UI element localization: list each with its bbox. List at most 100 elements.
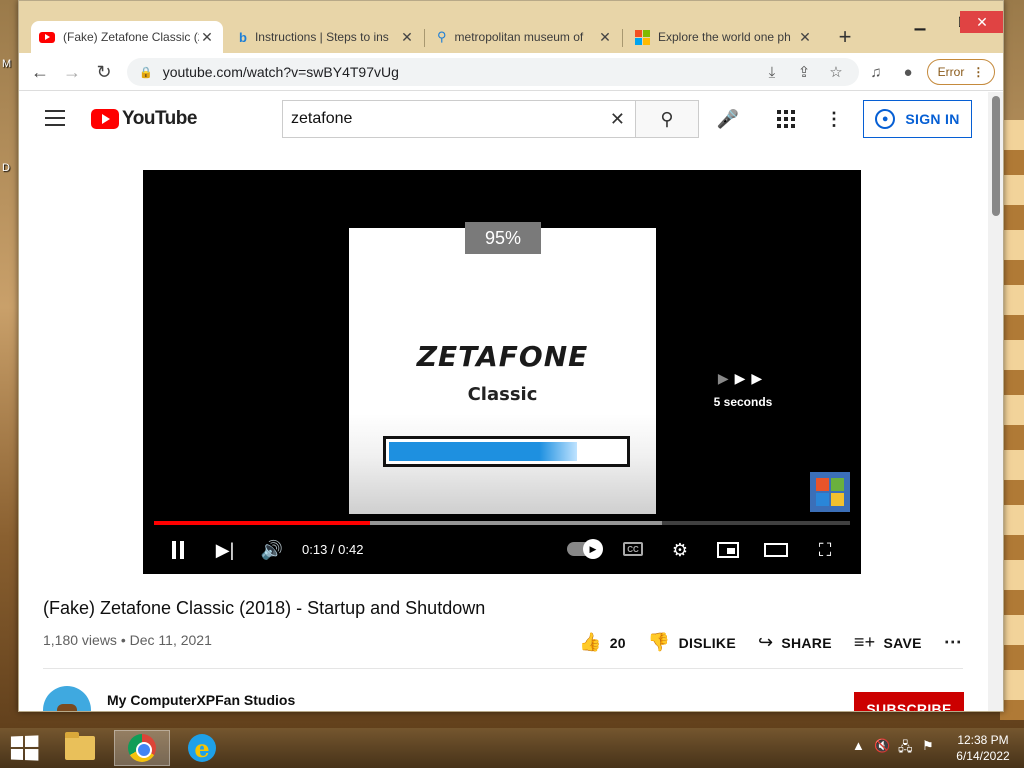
volume-muted-icon[interactable]: 🔇: [874, 738, 890, 754]
close-window-button[interactable]: ✕: [960, 11, 1003, 33]
search-button[interactable]: ⚲: [635, 100, 699, 138]
zetafone-boot-screen: 95% ZETAFONE Classic: [349, 222, 656, 514]
search-input[interactable]: zetafone ✕: [282, 100, 635, 138]
time-display: 0:13 / 0:42: [302, 542, 364, 557]
network-icon[interactable]: 🖧: [898, 738, 913, 760]
settings-more-icon[interactable]: ⋮: [825, 106, 843, 132]
chrome-icon: [128, 734, 156, 762]
new-tab-button[interactable]: +: [831, 23, 859, 51]
captions-icon[interactable]: CC: [623, 542, 643, 556]
skip-ad-indicator[interactable]: ▶▶▶ 5 seconds: [709, 370, 777, 409]
miniplayer-icon: [717, 542, 739, 558]
system-clock[interactable]: 12:38 PM 6/14/2022: [948, 732, 1018, 764]
close-icon[interactable]: ✕: [199, 29, 215, 46]
volume-button[interactable]: 🔊: [259, 536, 285, 564]
settings-gear-icon[interactable]: ⚙: [667, 536, 693, 564]
close-icon[interactable]: ✕: [797, 29, 813, 46]
desktop-icon-label: D: [2, 162, 10, 174]
error-label: Error: [937, 65, 965, 79]
tab-youtube[interactable]: (Fake) Zetafone Classic (2 ✕: [31, 21, 223, 53]
browser-toolbar: ← → ↻ 🔒 youtube.com/watch?v=swBY4T97vUg …: [19, 53, 1003, 91]
clear-search-icon[interactable]: ✕: [610, 109, 625, 130]
miniplayer-button[interactable]: [715, 536, 741, 564]
profile-icon[interactable]: ●: [897, 61, 919, 83]
theater-mode-button[interactable]: [763, 536, 789, 564]
channel-name[interactable]: My ComputerXPFan Studios: [107, 692, 295, 708]
like-count: 20: [609, 634, 626, 651]
more-actions-icon[interactable]: ⋯: [944, 632, 962, 653]
zetafone-logo-subtitle: Classic: [467, 384, 538, 405]
youtube-page: YouTube zetafone ✕ ⚲ 🎤 ⋮ ● SIGN IN 95% Z…: [19, 92, 987, 711]
time-current: 0:13: [302, 542, 328, 557]
tab-strip: (Fake) Zetafone Classic (2 ✕ b Instructi…: [19, 1, 1003, 53]
show-hidden-icons-icon[interactable]: ▲: [852, 738, 865, 753]
dislike-label: DISLIKE: [678, 634, 736, 651]
youtube-header: YouTube zetafone ✕ ⚲ 🎤 ⋮ ● SIGN IN: [19, 92, 987, 148]
boot-loading-fill: [389, 442, 577, 461]
autoplay-toggle[interactable]: ▶: [567, 539, 603, 559]
video-player[interactable]: 95% ZETAFONE Classic ▶▶▶ 5 seconds ▶| 🔊 …: [143, 170, 861, 574]
minimize-button[interactable]: ▁: [899, 11, 941, 33]
progress-percent-overlay: 95%: [465, 222, 541, 254]
lock-icon: 🔒: [139, 66, 153, 79]
clock-time: 12:38 PM: [957, 733, 1009, 747]
volume-icon: 🔊: [260, 539, 284, 560]
pause-button[interactable]: [167, 536, 189, 564]
bing-icon: b: [239, 29, 247, 45]
media-control-icon[interactable]: ♫: [865, 61, 887, 83]
thumbs-down-icon: 👎: [647, 632, 671, 652]
bookmark-star-icon[interactable]: ☆: [825, 61, 847, 83]
youtube-icon: [39, 31, 55, 43]
tab-metropolitan[interactable]: ⚲ metropolitan museum of ✕: [429, 21, 621, 53]
action-center-icon[interactable]: ⚑: [922, 738, 934, 754]
apps-grid-icon[interactable]: [777, 110, 795, 128]
search-icon: ⚲: [437, 29, 447, 44]
sign-in-button[interactable]: ● SIGN IN: [863, 100, 972, 138]
next-icon: ▶|: [215, 539, 235, 560]
close-icon[interactable]: ✕: [399, 29, 415, 46]
install-icon[interactable]: ⤓: [761, 61, 783, 83]
save-button[interactable]: ≡+ SAVE: [854, 632, 922, 653]
share-button[interactable]: ↪ SHARE: [758, 632, 832, 653]
logo-text: YouTube: [122, 108, 197, 129]
next-button[interactable]: ▶|: [213, 536, 237, 564]
back-button[interactable]: ←: [27, 59, 53, 85]
taskbar-file-explorer[interactable]: [52, 730, 108, 766]
like-button[interactable]: 👍 20: [579, 632, 626, 653]
forward-arrows-icon: ▶▶▶: [717, 370, 769, 386]
pause-icon: [172, 541, 184, 559]
windows-start-icon[interactable]: [10, 735, 39, 761]
tab-title: metropolitan museum of: [454, 30, 584, 44]
scrollbar-thumb[interactable]: [992, 96, 1000, 216]
desktop-icon-label: M: [2, 58, 12, 70]
address-bar[interactable]: 🔒 youtube.com/watch?v=swBY4T97vUg: [127, 58, 859, 86]
microphone-icon[interactable]: 🎤: [715, 106, 741, 132]
video-actions: 👍 20 👎 DISLIKE ↪ SHARE ≡+ SAVE ⋯: [579, 632, 962, 653]
tab-title: (Fake) Zetafone Classic (2: [63, 30, 199, 44]
taskbar-internet-explorer[interactable]: e: [174, 730, 230, 766]
seek-bar[interactable]: [154, 521, 850, 525]
reload-button[interactable]: ↻: [91, 59, 117, 85]
share-label: SHARE: [781, 634, 832, 651]
page-scrollbar[interactable]: [988, 92, 1003, 711]
search-value: zetafone: [291, 110, 353, 127]
close-icon[interactable]: ✕: [597, 29, 613, 46]
thumbs-up-icon: 👍: [579, 632, 602, 652]
dislike-button[interactable]: 👎 DISLIKE: [648, 632, 736, 653]
skip-seconds-label: 5 seconds: [713, 395, 773, 409]
subscribe-button[interactable]: SUBSCRIBE: [854, 692, 964, 711]
video-title: (Fake) Zetafone Classic (2018) - Startup…: [43, 598, 486, 618]
view-count: 1,180 views: [43, 632, 117, 648]
youtube-logo[interactable]: YouTube: [91, 108, 197, 130]
channel-avatar[interactable]: [43, 686, 91, 711]
tab-explore[interactable]: Explore the world one ph ✕: [627, 21, 821, 53]
error-button[interactable]: Error ⋮: [927, 59, 995, 85]
tab-instructions[interactable]: b Instructions | Steps to ins ✕: [231, 21, 423, 53]
account-icon: ●: [875, 109, 896, 129]
taskbar-chrome[interactable]: [114, 730, 170, 766]
share-icon[interactable]: ⇪: [793, 61, 815, 83]
menu-icon[interactable]: [45, 110, 65, 126]
search-icon: ⚲: [660, 108, 674, 129]
forward-button[interactable]: →: [59, 59, 85, 85]
fullscreen-button[interactable]: ⛶: [813, 536, 837, 564]
